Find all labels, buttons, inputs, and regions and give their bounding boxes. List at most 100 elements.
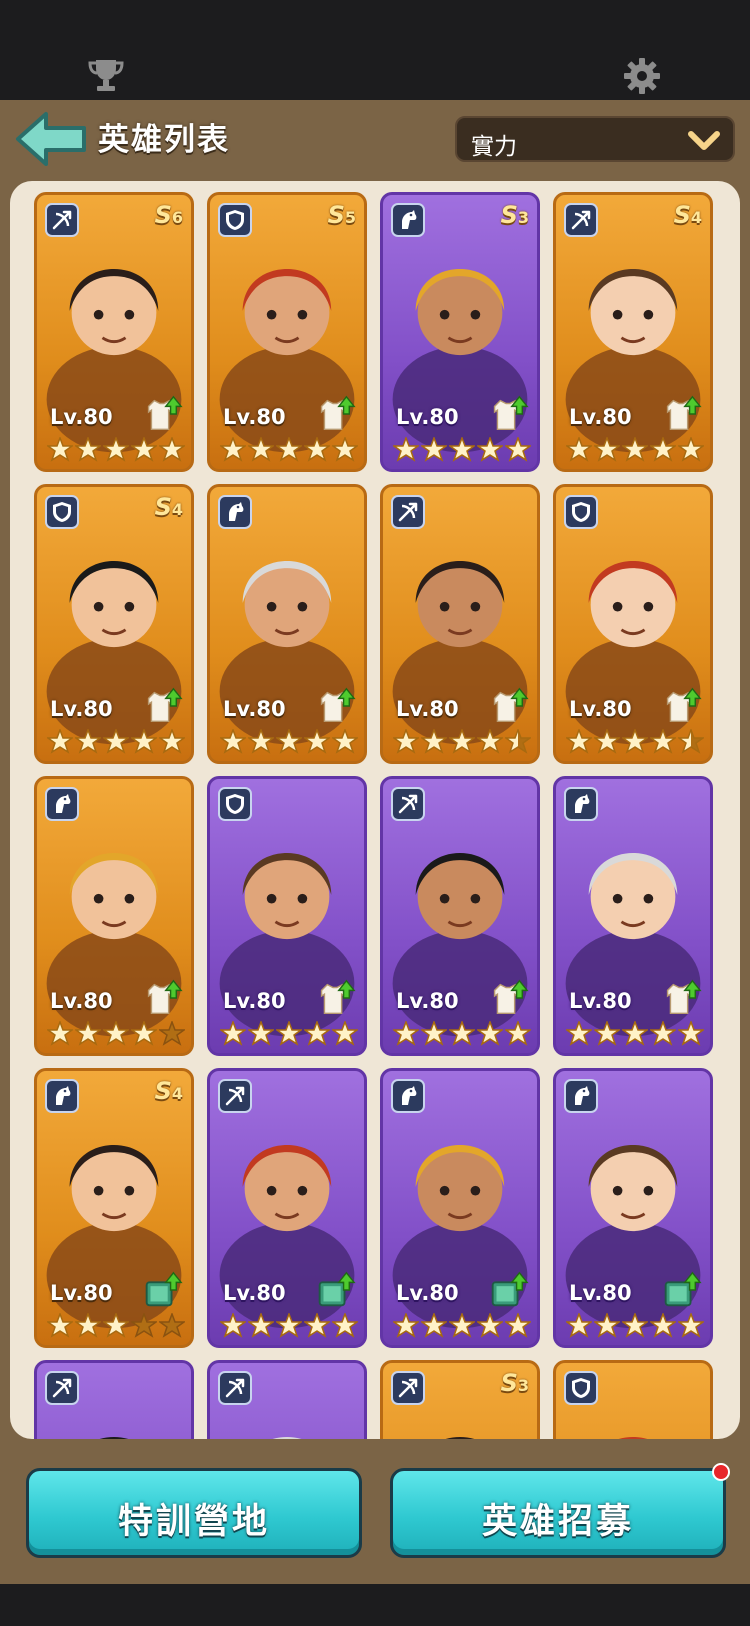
star-icon xyxy=(449,729,475,754)
star-icon xyxy=(276,437,302,462)
star-icon xyxy=(248,1021,274,1046)
star-icon xyxy=(47,1021,73,1046)
star-rating xyxy=(393,1021,533,1049)
hero-card[interactable]: Lv.80 xyxy=(207,484,367,764)
star-icon xyxy=(650,1313,676,1338)
rank-number: 6 xyxy=(171,208,183,227)
hero-card[interactable]: S4 Lv.80 xyxy=(34,484,194,764)
hero-level: Lv.80 xyxy=(396,697,459,721)
rank-letter: S xyxy=(500,201,518,229)
hero-level: Lv.80 xyxy=(569,405,632,429)
star-icon xyxy=(393,1313,419,1338)
star-icon xyxy=(220,437,246,462)
rank-number: 3 xyxy=(517,1376,529,1395)
hero-card[interactable]: Lv.80 xyxy=(553,776,713,1056)
star-icon xyxy=(594,729,620,754)
hero-card[interactable]: S3 Lv.80 xyxy=(380,192,540,472)
hero-card[interactable]: Lv.80 xyxy=(207,1068,367,1348)
gear-upgrade-icon xyxy=(493,687,529,723)
hero-card[interactable]: Lv.80 xyxy=(553,484,713,764)
star-icon xyxy=(159,437,185,462)
star-rating xyxy=(220,1021,360,1049)
hero-card[interactable]: S4 Lv.80 xyxy=(34,1068,194,1348)
gear-icon[interactable] xyxy=(620,54,664,98)
rank-letter: S xyxy=(154,493,172,521)
star-icon xyxy=(650,729,676,754)
hero-card[interactable] xyxy=(207,1360,367,1439)
hero-recruit-button[interactable]: 英雄招募 xyxy=(390,1468,726,1558)
hero-card[interactable]: Lv.80 xyxy=(553,1068,713,1348)
star-rating xyxy=(566,437,706,465)
training-camp-button[interactable]: 特訓營地 xyxy=(26,1468,362,1558)
star-icon xyxy=(159,729,185,754)
rank-letter: S xyxy=(154,201,172,229)
rank-number: 4 xyxy=(690,208,702,227)
cavalry-class-icon xyxy=(45,787,79,821)
star-icon xyxy=(47,437,73,462)
rank-letter: S xyxy=(500,1369,518,1397)
star-icon xyxy=(220,1313,246,1338)
rank-badge: S4 xyxy=(155,493,183,521)
star-icon xyxy=(75,1313,101,1338)
shield-class-icon xyxy=(45,495,79,529)
rank-badge: S6 xyxy=(155,201,183,229)
rank-number: 4 xyxy=(171,1084,183,1103)
hero-card[interactable] xyxy=(553,1360,713,1439)
hero-card[interactable]: Lv.80 xyxy=(207,776,367,1056)
hero-card[interactable]: S6 Lv.80 xyxy=(34,192,194,472)
rank-letter: S xyxy=(327,201,345,229)
star-icon xyxy=(678,729,704,754)
hero-recruit-label: 英雄招募 xyxy=(481,1502,634,1542)
hero-level: Lv.80 xyxy=(223,1281,286,1305)
hero-level: Lv.80 xyxy=(223,989,286,1013)
cavalry-class-icon xyxy=(564,787,598,821)
star-icon xyxy=(159,1313,185,1338)
hero-card[interactable]: Lv.80 xyxy=(380,776,540,1056)
gear-upgrade-icon xyxy=(493,395,529,431)
sort-dropdown[interactable]: 實力 xyxy=(455,116,735,162)
star-rating xyxy=(47,437,187,465)
star-icon xyxy=(477,729,503,754)
archer-class-icon xyxy=(45,203,79,237)
cavalry-class-icon xyxy=(218,495,252,529)
trophy-icon[interactable] xyxy=(84,54,128,98)
gear-upgrade-icon xyxy=(666,979,702,1015)
hero-card[interactable]: Lv.80 xyxy=(380,484,540,764)
hero-level: Lv.80 xyxy=(396,405,459,429)
star-rating xyxy=(566,1313,706,1341)
star-icon xyxy=(393,1021,419,1046)
star-icon xyxy=(248,437,274,462)
star-icon xyxy=(505,729,531,754)
star-icon xyxy=(566,1313,592,1338)
star-icon xyxy=(131,437,157,462)
archer-class-icon xyxy=(218,1079,252,1113)
star-icon xyxy=(332,437,358,462)
star-icon xyxy=(594,437,620,462)
hero-card[interactable]: S3 xyxy=(380,1360,540,1439)
star-icon xyxy=(421,729,447,754)
hero-card[interactable]: S4 Lv.80 xyxy=(553,192,713,472)
shield-class-icon xyxy=(564,495,598,529)
archer-class-icon xyxy=(391,787,425,821)
back-arrow-icon[interactable] xyxy=(14,108,90,170)
cavalry-class-icon xyxy=(45,1079,79,1113)
star-icon xyxy=(650,1021,676,1046)
hero-card[interactable]: Lv.80 xyxy=(380,1068,540,1348)
star-icon xyxy=(678,437,704,462)
star-icon xyxy=(220,1021,246,1046)
star-icon xyxy=(421,437,447,462)
star-icon xyxy=(276,1313,302,1338)
hero-card[interactable]: Lv.80 xyxy=(34,776,194,1056)
page-title: 英雄列表 xyxy=(98,122,230,158)
archer-class-icon xyxy=(391,1371,425,1405)
star-rating xyxy=(566,1021,706,1049)
archer-class-icon xyxy=(391,495,425,529)
cavalry-class-icon xyxy=(391,1079,425,1113)
hero-card[interactable]: S5 Lv.80 xyxy=(207,192,367,472)
star-icon xyxy=(477,1313,503,1338)
star-rating xyxy=(393,729,533,757)
hero-grid[interactable]: S6 Lv.80 S5 Lv.80 S3 Lv.80 S4 Lv.80 S4 Lv.80 Lv.80… xyxy=(10,181,740,1439)
hero-card[interactable] xyxy=(34,1360,194,1439)
star-rating xyxy=(220,437,360,465)
star-icon xyxy=(75,1021,101,1046)
